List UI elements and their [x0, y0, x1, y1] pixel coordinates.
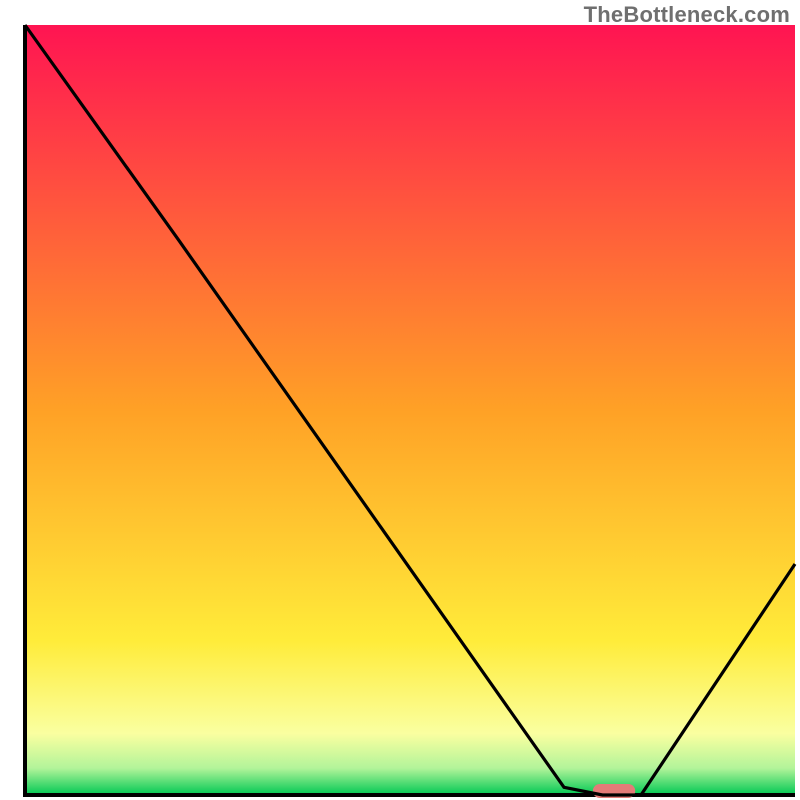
chart-background: [25, 25, 795, 795]
chart-container: TheBottleneck.com: [0, 0, 800, 800]
bottleneck-chart: [0, 0, 800, 800]
